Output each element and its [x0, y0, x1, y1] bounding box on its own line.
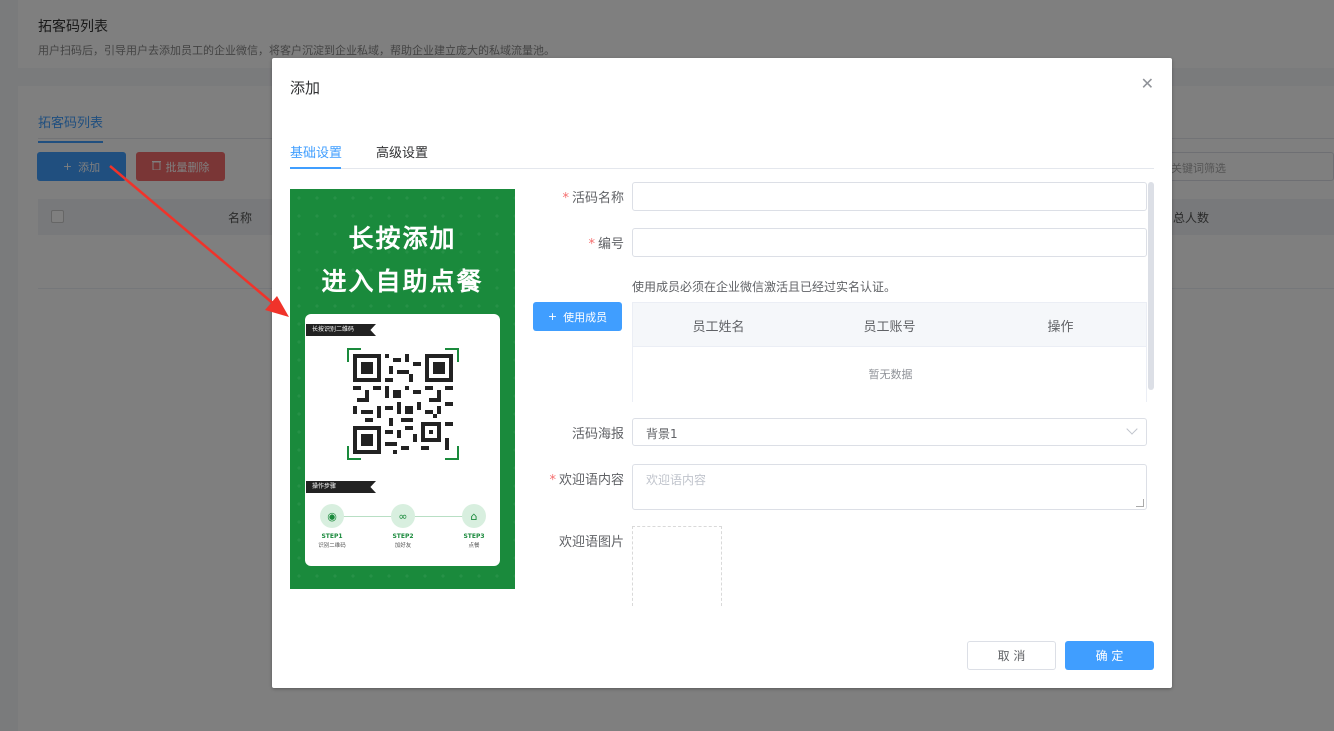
column-employee-account: 员工账号	[863, 320, 916, 335]
close-icon[interactable]: ✕	[1141, 76, 1154, 92]
use-member-label: 使用成员	[563, 310, 608, 324]
qr-code-icon	[353, 354, 453, 454]
member-table: 员工姓名 员工账号 操作 暂无数据	[632, 302, 1147, 402]
member-table-header: 员工姓名 员工账号 操作	[633, 303, 1146, 347]
poster-select-value: 背景1	[646, 427, 678, 441]
welcome-textarea[interactable]: 欢迎语内容	[632, 464, 1147, 510]
poster-ribbon-scan: 长按识别二维码	[306, 324, 376, 336]
tab-basic-settings[interactable]: 基础设置	[290, 142, 342, 161]
step-1: ◉ STEP1 识别二维码	[309, 504, 355, 549]
plus-icon: +	[547, 310, 558, 323]
active-tab-indicator	[290, 167, 341, 169]
qr-code-frame	[347, 348, 459, 460]
column-employee-name: 员工姓名	[692, 320, 745, 335]
code-name-input[interactable]	[632, 182, 1147, 211]
column-operation: 操作	[1047, 320, 1074, 335]
poster-title-line1: 长按添加	[348, 224, 457, 253]
step-2: ∞ STEP2 加好友	[380, 504, 426, 549]
cancel-button[interactable]: 取 消	[967, 641, 1056, 670]
number-input[interactable]	[632, 228, 1147, 257]
poster-steps: ◉ STEP1 识别二维码 ∞ STEP2 加好友 ⌂ STEP3 点餐	[305, 504, 500, 564]
dialog-title: 添加	[290, 79, 321, 97]
dialog-tabs: 基础设置 高级设置	[290, 142, 1154, 169]
member-note: 使用成员必须在企业微信激活且已经过实名认证。	[632, 280, 897, 294]
dish-icon: ⌂	[462, 504, 486, 528]
welcome-label: * 欢迎语内容	[549, 473, 624, 488]
number-label: * 编号	[588, 237, 624, 252]
welcome-image-label: 欢迎语图片	[558, 535, 624, 550]
chevron-down-icon	[1126, 423, 1138, 435]
add-dialog: 添加 ✕ 基础设置 高级设置 长按添加 进入自助点餐 长按识别二维码 操作步骤 …	[272, 58, 1172, 688]
poster-label: 活码海报	[571, 427, 624, 442]
welcome-image-upload[interactable]	[632, 526, 722, 606]
confirm-button[interactable]: 确 定	[1065, 641, 1154, 670]
use-member-button[interactable]: + 使用成员	[533, 302, 622, 331]
welcome-placeholder: 欢迎语内容	[646, 473, 707, 487]
wechat-icon: ∞	[391, 504, 415, 528]
form-scrollbar[interactable]	[1148, 182, 1154, 390]
fingerprint-icon: ◉	[320, 504, 344, 528]
code-name-label: * 活码名称	[562, 191, 624, 206]
resize-handle-icon[interactable]	[1136, 499, 1144, 507]
tab-advanced-settings[interactable]: 高级设置	[376, 142, 428, 161]
poster-card: 长按识别二维码 操作步骤 ◉ STEP1 识别二维码 ∞ STEP2 加好友 ⌂…	[305, 314, 500, 566]
poster-ribbon-steps: 操作步骤	[306, 481, 376, 493]
poster-select[interactable]: 背景1	[632, 418, 1147, 446]
poster-preview: 长按添加 进入自助点餐 长按识别二维码 操作步骤 ◉ STEP1 识别二维码 ∞…	[290, 189, 515, 589]
empty-text: 暂无数据	[868, 368, 913, 381]
step-3: ⌂ STEP3 点餐	[451, 504, 497, 549]
poster-title-line2: 进入自助点餐	[321, 267, 484, 296]
